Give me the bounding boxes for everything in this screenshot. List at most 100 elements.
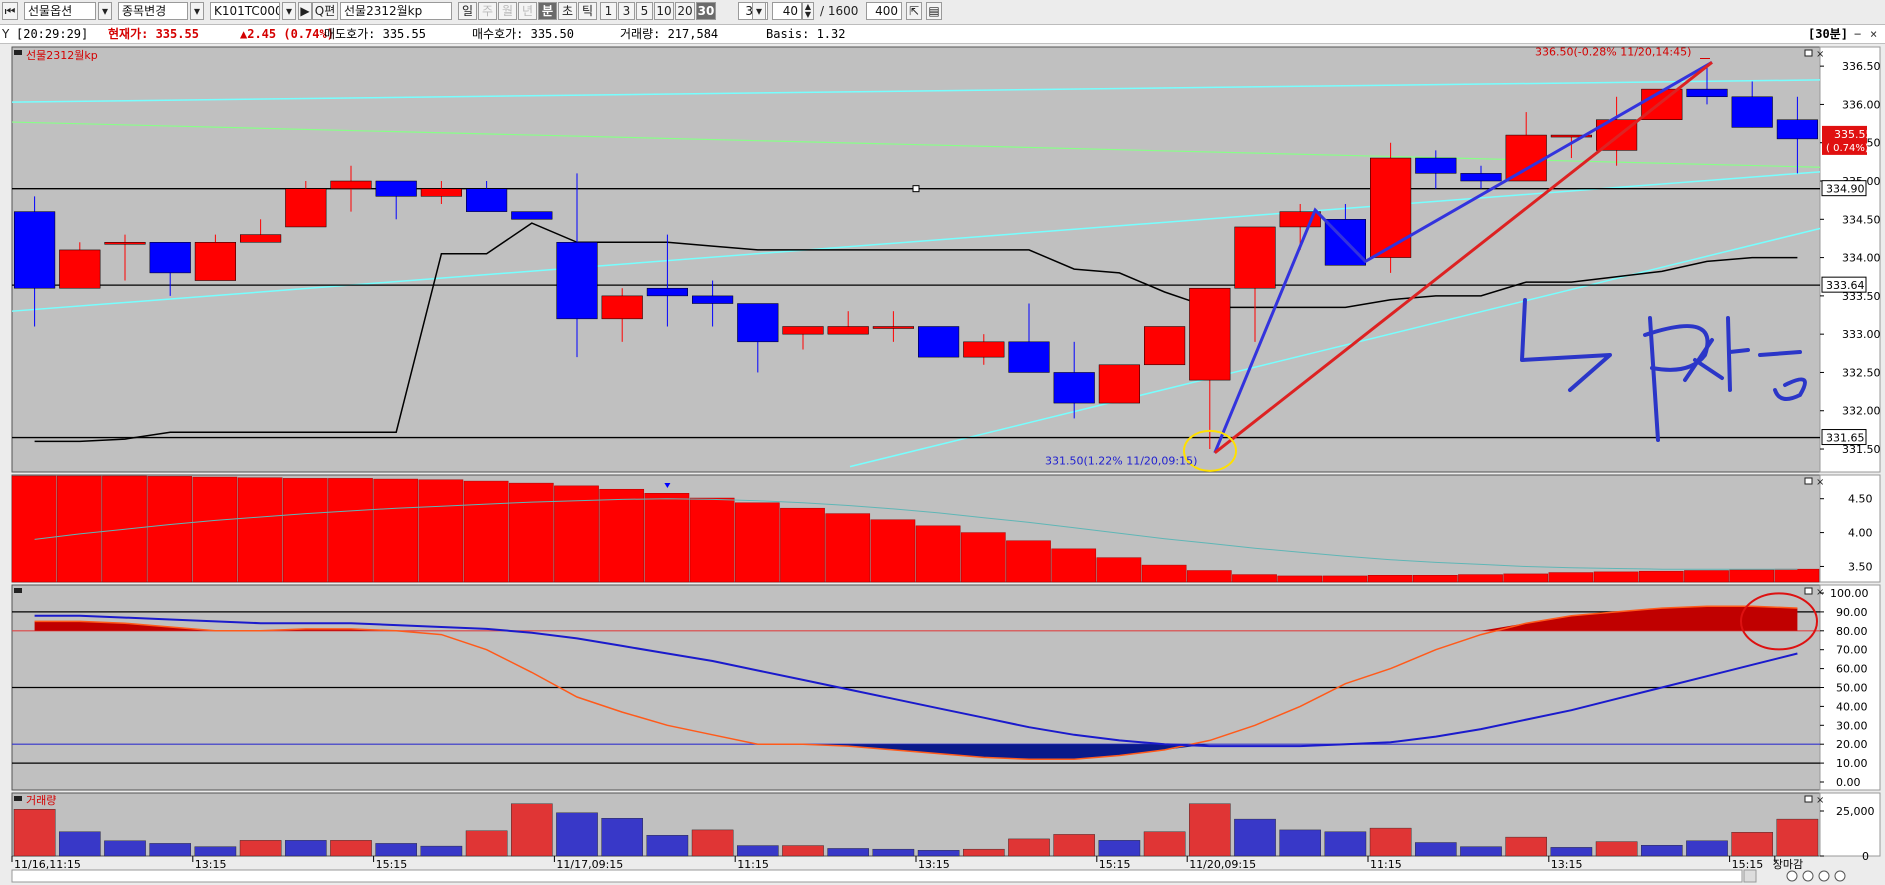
indicator-bar-3 (147, 476, 193, 583)
candle-body-3 (149, 242, 191, 274)
indicator-bar-5 (237, 477, 283, 583)
volume-bar-36 (1640, 845, 1683, 857)
volume-bar-33 (1505, 836, 1547, 857)
indicator-bar-27 (1232, 574, 1277, 583)
indicator-bar-30 (1367, 575, 1413, 583)
volume-bar-12 (556, 812, 598, 857)
candle-body-7 (330, 180, 372, 189)
scroll-right-icon[interactable] (1743, 869, 1757, 883)
candle-body-20 (918, 326, 960, 358)
stochastic-tick-label-6: 60.00 (1836, 663, 1868, 676)
volume-bar-2 (104, 840, 146, 857)
indicator-bar-22 (1006, 540, 1051, 583)
panel-close-icon-1[interactable]: × (1816, 477, 1824, 488)
candle-body-2 (104, 242, 146, 245)
candle-body-19 (872, 326, 914, 329)
stochastic-tick-label-0: 0.00 (1836, 776, 1861, 789)
indicator-bar-21 (960, 532, 1006, 583)
candle-body-37 (1686, 88, 1728, 98)
indicator-bar-0 (11, 475, 57, 583)
candle-body-21 (963, 341, 1005, 358)
indicator-bar-20 (915, 525, 961, 583)
indicator-bar-23 (1051, 548, 1097, 583)
x-tick-label-10: 15:15 (1732, 858, 1764, 871)
panel-maximize-icon-0[interactable] (1804, 49, 1813, 57)
panel-maximize-icon-3[interactable] (1804, 795, 1813, 803)
hand-tool-icon[interactable] (1818, 870, 1830, 882)
horizontal-scrollbar[interactable] (11, 869, 1743, 883)
volume-bar-17 (782, 845, 824, 857)
panel-background-0 (11, 46, 1821, 473)
price-tick-label-2: 332.50 (1842, 366, 1881, 379)
x-tick-label-3: 11/17,09:15 (556, 858, 623, 871)
volume-bar-23 (1053, 834, 1095, 857)
volume-bar-25 (1143, 831, 1186, 857)
indicator-bar-15 (689, 497, 735, 583)
candle-body-9 (420, 188, 462, 197)
candle-body-26 (1189, 287, 1231, 381)
indicator-bar-24 (1096, 557, 1142, 583)
candle-body-32 (1460, 173, 1502, 182)
stochastic-tick-label-1: 10.00 (1836, 757, 1868, 770)
indicator-bar-36 (1638, 570, 1684, 583)
indicator-bar-6 (282, 478, 328, 583)
reset-icon[interactable] (1834, 870, 1846, 882)
volume-bar-8 (375, 843, 418, 857)
indicator-bar-31 (1412, 575, 1458, 583)
volume-bar-37 (1686, 840, 1728, 857)
volume-bar-15 (691, 829, 734, 857)
x-tick-label-7: 11/20,09:15 (1189, 858, 1256, 871)
candle-body-13 (601, 295, 643, 320)
candle-body-25 (1144, 326, 1186, 366)
candle-body-11 (511, 211, 553, 220)
candle-body-24 (1098, 364, 1140, 404)
panel-close-icon-3[interactable]: × (1816, 795, 1824, 806)
x-tick-label-11: 장마감 (1773, 858, 1803, 871)
volume-bar-3 (149, 843, 192, 857)
chart-area: ××××336.50(-0.28% 11/20,14:45)331.50(1.2… (0, 45, 1881, 885)
indicator-bar-38 (1729, 569, 1775, 583)
stochastic-tick-label-10: 100.00 (1830, 587, 1869, 600)
zoom-in-icon[interactable] (1802, 870, 1814, 882)
indicator-bar-9 (418, 479, 464, 583)
stochastic-tick-label-3: 30.00 (1836, 719, 1868, 732)
volume-bar-0 (13, 809, 56, 857)
candle-25 (1144, 326, 1186, 366)
x-tick-label-0: 11/16,11:15 (14, 858, 81, 871)
x-tick-label-4: 11:15 (737, 858, 769, 871)
panel-maximize-icon-1[interactable] (1804, 477, 1813, 485)
panel-handle-icon-2 (14, 588, 22, 593)
indicator-bar-11 (508, 482, 554, 583)
indicator-tick-label-0: 3.50 (1848, 560, 1873, 573)
x-tick-label-8: 11:15 (1370, 858, 1402, 871)
stochastic-tick-label-5: 50.00 (1836, 682, 1868, 695)
volume-bar-34 (1550, 847, 1593, 857)
panel-close-icon-0[interactable]: × (1816, 49, 1824, 60)
volume-bar-1 (59, 831, 101, 857)
zoom-out-icon[interactable] (1786, 870, 1798, 882)
candle-body-31 (1415, 157, 1457, 174)
candle-body-15 (692, 295, 734, 304)
volume-bar-7 (330, 840, 372, 857)
level-tag-2: 331.65 (1826, 432, 1865, 445)
candle-body-10 (466, 188, 508, 212)
candle-body-23 (1053, 372, 1095, 404)
candle-body-38 (1731, 96, 1773, 128)
price-tick-label-10: 336.50 (1842, 60, 1881, 73)
volume-bar-29 (1324, 831, 1367, 857)
stochastic-tick-label-8: 80.00 (1836, 625, 1868, 638)
candle-24 (1098, 364, 1140, 404)
stochastic-tick-label-7: 70.00 (1836, 644, 1868, 657)
volume-bar-35 (1595, 841, 1638, 857)
volume-bar-4 (194, 846, 237, 857)
volume-bar-10 (465, 830, 508, 857)
price-tick-label-6: 334.50 (1842, 213, 1881, 226)
candle-body-33 (1505, 134, 1547, 182)
panel-maximize-icon-2[interactable] (1804, 587, 1813, 595)
indicator-bar-33 (1503, 573, 1549, 583)
indicator-bar-14 (644, 493, 690, 583)
volume-bar-28 (1279, 829, 1321, 857)
indicator-bar-37 (1684, 570, 1729, 583)
axis-background-3 (1819, 792, 1881, 857)
candle-body-8 (375, 180, 417, 197)
